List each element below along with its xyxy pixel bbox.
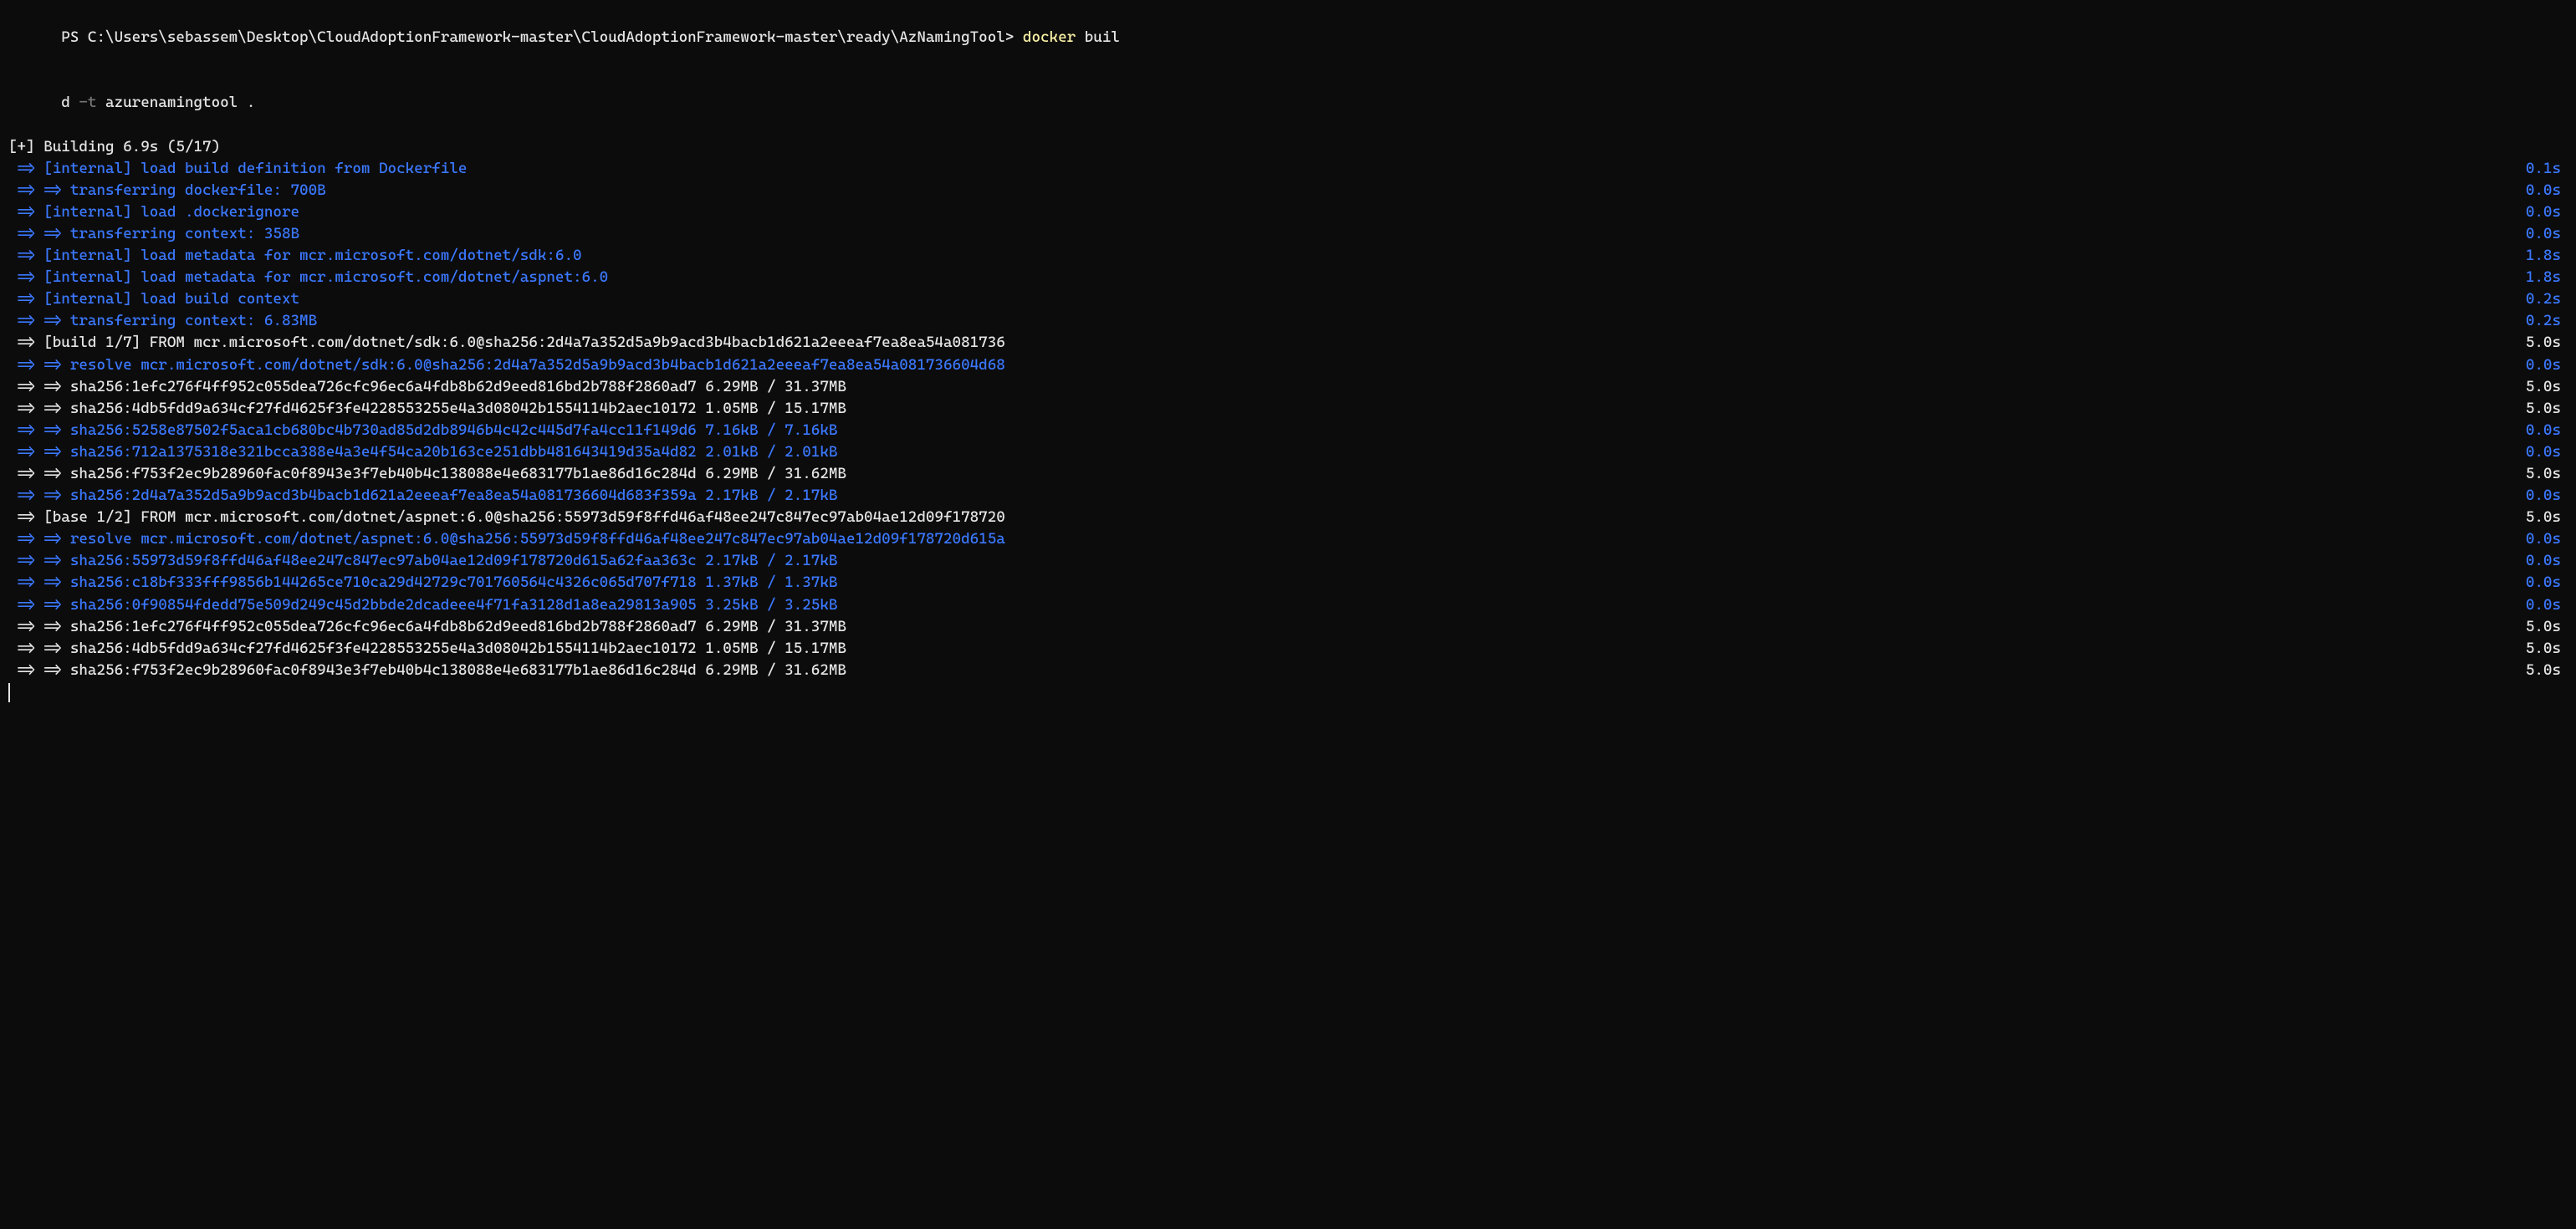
prompt-path: C:\Users\sebassem\Desktop\CloudAdoptionF… [88,28,1005,46]
build-step-time: 0.0s [2526,420,2568,441]
build-step-row: => => sha256:1efc276f4ff952c055dea726cfc… [8,616,2568,638]
build-step-text: => [internal] load build definition from… [8,158,2526,180]
terminal-output[interactable]: PS C:\Users\sebassem\Desktop\CloudAdopti… [8,5,2568,705]
command-build-part1: buil [1076,28,1120,46]
build-step-row: => => sha256:1efc276f4ff952c055dea726cfc… [8,376,2568,398]
build-step-row: => => sha256:4db5fdd9a634cf27fd4625f3fe4… [8,638,2568,660]
command-build-part2: d [61,94,79,111]
build-step-time: 1.8s [2526,245,2568,267]
build-step-time: 5.0s [2526,660,2568,681]
build-step-text: => => sha256:0f90854fdedd75e509d249c45d2… [8,594,2526,616]
build-step-row: => => sha256:4db5fdd9a634cf27fd4625f3fe4… [8,398,2568,420]
building-status-line: [+] Building 6.9s (5/17) [8,136,2568,158]
build-step-row: => => sha256:712a1375318e321bcca388e4a3e… [8,441,2568,463]
build-step-time: 5.0s [2526,398,2568,420]
build-step-time: 0.2s [2526,288,2568,310]
build-step-row: => [internal] load metadata for mcr.micr… [8,267,2568,288]
build-step-time: 0.2s [2526,310,2568,332]
build-step-row: => => transferring context: 358B0.0s [8,223,2568,245]
build-step-text: => => sha256:55973d59f8ffd46af48ee247c84… [8,550,2526,572]
build-step-row: => => sha256:5258e87502f5aca1cb680bc4b73… [8,420,2568,441]
build-step-row: => => sha256:0f90854fdedd75e509d249c45d2… [8,594,2568,616]
build-step-text: => [internal] load .dockerignore [8,201,2526,223]
build-step-text: => [internal] load metadata for mcr.micr… [8,245,2526,267]
command-docker: docker [1023,28,1076,46]
build-step-row: => [internal] load build context0.2s [8,288,2568,310]
build-step-text: => => resolve mcr.microsoft.com/dotnet/a… [8,528,2526,550]
build-step-time: 5.0s [2526,463,2568,485]
build-step-row: => [base 1/2] FROM mcr.microsoft.com/dot… [8,507,2568,528]
build-step-text: => => resolve mcr.microsoft.com/dotnet/s… [8,354,2526,376]
build-step-time: 0.0s [2526,485,2568,507]
build-step-text: => => sha256:1efc276f4ff952c055dea726cfc… [8,376,2526,398]
build-step-time: 0.0s [2526,223,2568,245]
build-step-text: => [internal] load build context [8,288,2526,310]
build-step-text: => => sha256:712a1375318e321bcca388e4a3e… [8,441,2526,463]
build-step-time: 1.8s [2526,267,2568,288]
build-step-text: => => sha256:1efc276f4ff952c055dea726cfc… [8,616,2526,638]
build-step-time: 0.0s [2526,354,2568,376]
build-step-text: => => sha256:4db5fdd9a634cf27fd4625f3fe4… [8,638,2526,660]
build-step-text: => => sha256:2d4a7a352d5a9b9acd3b4bacb1d… [8,485,2526,507]
building-status: [+] Building 6.9s (5/17) [8,136,2568,158]
build-step-time: 0.0s [2526,550,2568,572]
build-step-row: => => sha256:f753f2ec9b28960fac0f8943e3f… [8,463,2568,485]
prompt-line-2: d -t azurenamingtool . [8,70,2568,135]
build-step-time: 0.0s [2526,180,2568,201]
build-step-time: 5.0s [2526,616,2568,638]
ps-prefix: PS [61,28,88,46]
build-step-text: => => sha256:f753f2ec9b28960fac0f8943e3f… [8,463,2526,485]
build-step-time: 5.0s [2526,638,2568,660]
build-step-row: => => resolve mcr.microsoft.com/dotnet/a… [8,528,2568,550]
build-step-text: => => transferring dockerfile: 700B [8,180,2526,201]
build-step-time: 0.0s [2526,594,2568,616]
build-step-text: => [base 1/2] FROM mcr.microsoft.com/dot… [8,507,2526,528]
build-step-row: => => sha256:2d4a7a352d5a9b9acd3b4bacb1d… [8,485,2568,507]
prompt-suffix: > [1005,28,1023,46]
build-step-time: 0.1s [2526,158,2568,180]
build-step-text: => => transferring context: 6.83MB [8,310,2526,332]
cursor [8,683,10,702]
build-steps: => [internal] load build definition from… [8,158,2568,681]
build-step-row: => => transferring context: 6.83MB0.2s [8,310,2568,332]
prompt-line: PS C:\Users\sebassem\Desktop\CloudAdopti… [8,5,2568,70]
build-step-text: => => sha256:f753f2ec9b28960fac0f8943e3f… [8,660,2526,681]
build-step-text: => => sha256:4db5fdd9a634cf27fd4625f3fe4… [8,398,2526,420]
build-step-text: => => sha256:c18bf333fff9856b144265ce710… [8,572,2526,594]
build-step-time: 0.0s [2526,572,2568,594]
command-args: azurenamingtool . [96,94,255,111]
build-step-row: => => resolve mcr.microsoft.com/dotnet/s… [8,354,2568,376]
build-step-time: 5.0s [2526,376,2568,398]
build-step-row: => [internal] load metadata for mcr.micr… [8,245,2568,267]
build-step-row: => [internal] load .dockerignore0.0s [8,201,2568,223]
build-step-text: => => transferring context: 358B [8,223,2526,245]
build-step-time: 0.0s [2526,441,2568,463]
build-step-row: => => sha256:f753f2ec9b28960fac0f8943e3f… [8,660,2568,681]
build-step-text: => [build 1/7] FROM mcr.microsoft.com/do… [8,332,2526,354]
build-step-text: => => sha256:5258e87502f5aca1cb680bc4b73… [8,420,2526,441]
build-step-time: 5.0s [2526,332,2568,354]
build-step-time: 0.0s [2526,528,2568,550]
build-step-time: 5.0s [2526,507,2568,528]
build-step-row: => [build 1/7] FROM mcr.microsoft.com/do… [8,332,2568,354]
build-step-row: => => transferring dockerfile: 700B0.0s [8,180,2568,201]
build-step-text: => [internal] load metadata for mcr.micr… [8,267,2526,288]
command-flag: -t [79,94,96,111]
build-step-row: => => sha256:55973d59f8ffd46af48ee247c84… [8,550,2568,572]
build-step-row: => => sha256:c18bf333fff9856b144265ce710… [8,572,2568,594]
build-step-time: 0.0s [2526,201,2568,223]
build-step-row: => [internal] load build definition from… [8,158,2568,180]
